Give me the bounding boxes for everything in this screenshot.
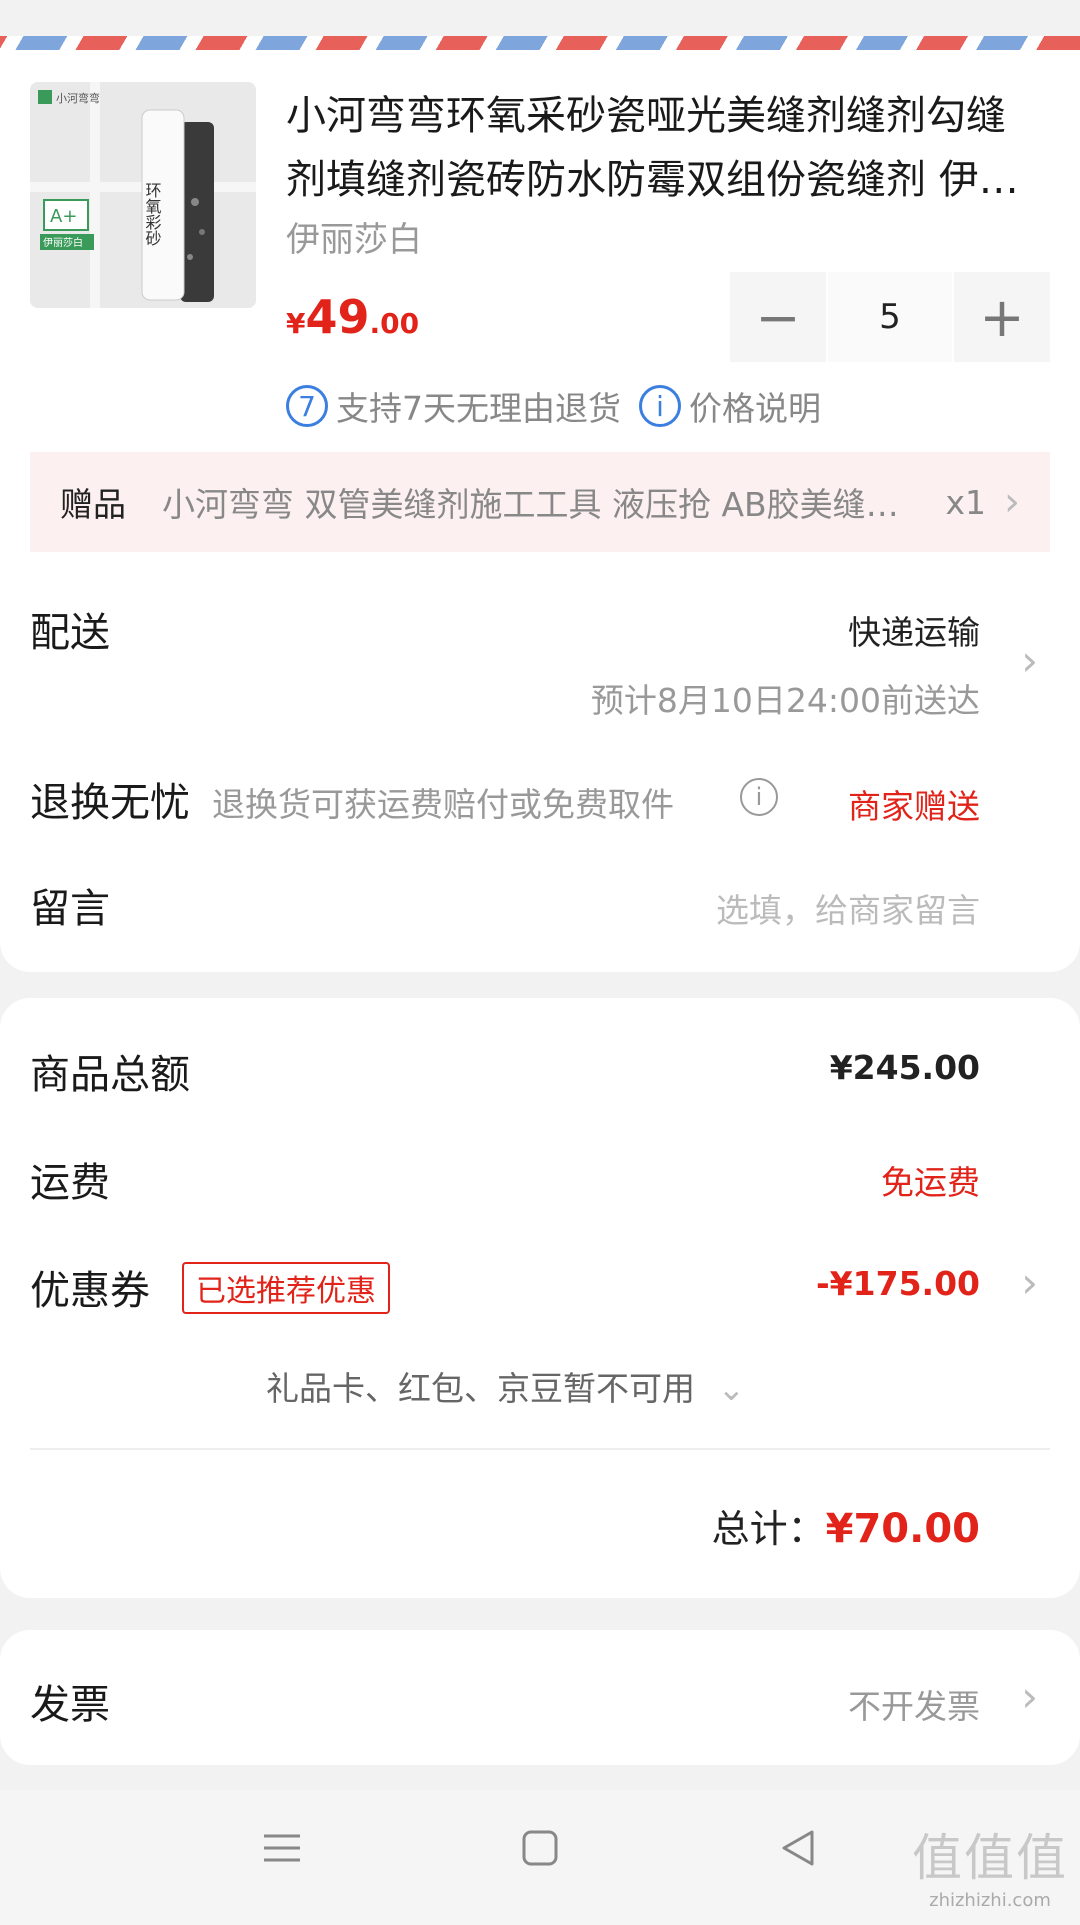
watermark-url: zhizhizhi.com <box>929 1890 1051 1911</box>
home-icon[interactable] <box>520 1828 560 1872</box>
product-title-line1: 小河弯弯环氧采砂瓷哑光美缝剂缝剂勾缝 <box>286 93 1006 139</box>
goods-total-label: 商品总额 <box>30 1052 190 1098</box>
message-label: 留言 <box>30 886 110 932</box>
thumb-color-text: 伊丽莎白 <box>43 236 83 249</box>
gift-count: x1 <box>945 482 986 522</box>
product-title-line2: 剂填缝剂瓷砖防水防霉双组份瓷缝剂 伊丽莎白 <box>286 157 1046 203</box>
increase-button[interactable]: + <box>954 272 1050 362</box>
delivery-label: 配送 <box>30 610 110 656</box>
delivery-method[interactable]: 快递运输 <box>848 606 980 654</box>
unavailable-text: 礼品卡、红包、京豆暂不可用 <box>266 1369 695 1408</box>
total-value: ¥70.00 <box>825 1506 980 1552</box>
chevron-down-icon: ⌄ <box>717 1369 746 1408</box>
total-label: 总计： <box>711 1507 826 1551</box>
invoice-label: 发票 <box>30 1682 110 1728</box>
price-integer: 49 <box>305 290 370 344</box>
total-row: 总计：¥70.00 <box>712 1498 980 1553</box>
return-value: 商家赠送 <box>848 787 980 826</box>
gift-name: 小河弯弯 双管美缝剂施工工具 液压抢 AB胶美缝剂胶枪 <box>162 485 916 524</box>
info-icon: i <box>639 385 681 427</box>
quantity-stepper: − 5 + <box>730 272 1050 362</box>
delivery-chevron-icon[interactable]: › <box>1021 636 1038 685</box>
gift-row[interactable]: 赠品 小河弯弯 双管美缝剂施工工具 液压抢 AB胶美缝剂胶枪 x1 › <box>30 452 1050 552</box>
service-row: 7 支持7天无理由退货 i 价格说明 <box>286 382 821 430</box>
invoice-value[interactable]: 不开发票 <box>848 1680 980 1728</box>
system-nav-bar: 值值值 zhizhizhi.com <box>0 1790 1080 1925</box>
price-currency: ¥ <box>286 307 306 340</box>
coupon-value[interactable]: -¥175.00 <box>816 1264 980 1303</box>
chevron-right-icon: › <box>1004 479 1020 525</box>
back-icon[interactable] <box>778 1828 818 1872</box>
airmail-stripe <box>0 36 1080 50</box>
goods-total-value: ¥245.00 <box>829 1048 980 1087</box>
gift-label: 赠品 <box>60 485 126 524</box>
return-desc: 退换货可获运费赔付或免费取件 <box>212 785 674 824</box>
delivery-estimate: 预计8月10日24:00前送达 <box>590 681 980 720</box>
summary-divider <box>30 1448 1050 1450</box>
coupon-label: 优惠券 <box>30 1268 150 1314</box>
watermark: 值值值 zhizhizhi.com <box>912 1818 1068 1911</box>
invoice-chevron-icon[interactable]: › <box>1021 1672 1038 1721</box>
decrease-button[interactable]: − <box>730 272 826 362</box>
thumb-brand-text: 小河弯弯 <box>56 91 100 105</box>
unavailable-toggle[interactable]: 礼品卡、红包、京豆暂不可用 ⌄ <box>266 1362 745 1410</box>
watermark-logo: 值值值 <box>912 1829 1068 1887</box>
product-price: ¥49.00 <box>286 290 419 344</box>
product-image[interactable]: 小河弯弯 A+ 伊丽莎白 环氧彩砂 <box>30 82 256 308</box>
thumb-product-text: 环氧彩砂 <box>143 182 162 246</box>
shipping-value: 免运费 <box>881 1163 980 1202</box>
price-decimal: .00 <box>369 307 420 340</box>
menu-icon[interactable] <box>262 1828 302 1872</box>
shipping-label: 运费 <box>30 1160 110 1206</box>
seven-day-icon: 7 <box>286 385 328 427</box>
thumb-grade-text: A+ <box>50 206 77 227</box>
quantity-input[interactable]: 5 <box>826 272 954 362</box>
order-confirm-page: 小河弯弯 A+ 伊丽莎白 环氧彩砂 小河弯弯环氧采砂瓷哑光美缝剂缝剂勾缝 剂填缝… <box>0 0 1080 1925</box>
return-info-icon[interactable]: i <box>740 778 778 816</box>
message-input[interactable]: 选填，给商家留言 <box>716 884 980 932</box>
return-label: 退换无忧 <box>30 780 190 826</box>
product-title[interactable]: 小河弯弯环氧采砂瓷哑光美缝剂缝剂勾缝 剂填缝剂瓷砖防水防霉双组份瓷缝剂 伊丽莎白 <box>286 84 1046 212</box>
price-explain-link[interactable]: 价格说明 <box>689 382 821 430</box>
coupon-chevron-icon[interactable]: › <box>1021 1258 1038 1307</box>
coupon-tag: 已选推荐优惠 <box>182 1262 390 1314</box>
product-spec: 伊丽莎白 <box>286 220 422 260</box>
service-return-text[interactable]: 支持7天无理由退货 <box>336 382 621 430</box>
